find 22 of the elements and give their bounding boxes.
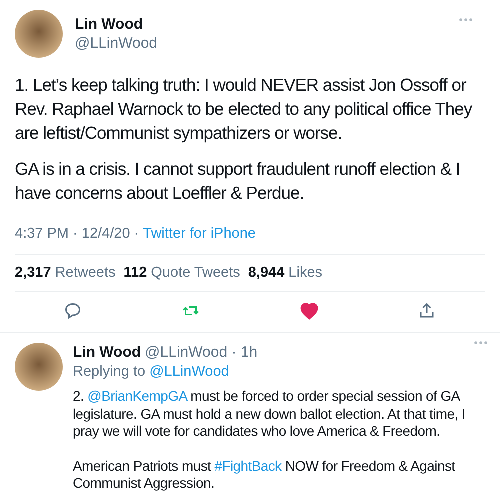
stat-count: 8,944	[248, 265, 285, 281]
user-handle: @LLinWood · 1h	[145, 343, 258, 362]
display-name: Lin Wood	[73, 343, 142, 362]
source-link[interactable]: Twitter for iPhone	[143, 226, 256, 242]
avatar-placeholder[interactable]	[15, 10, 63, 58]
stat-label: Quote Tweets	[151, 265, 240, 281]
stat-count: 112	[124, 265, 148, 281]
tweet-text: 1. Let’s keep talking truth: I would NEVER assist Jon Ossoff or Rev. Raphael Warnock to be elected to any political office They are leftist/Communist sympathizers or worse.	[15, 74, 474, 145]
replying-to-text: Replying to @LLinWood	[73, 363, 230, 382]
stat-label: Retweets	[55, 265, 116, 281]
hashtag-link[interactable]: #FightBack	[214, 458, 282, 474]
display-name: Lin Wood	[75, 16, 144, 33]
avatar-placeholder[interactable]	[15, 343, 63, 391]
timestamp: 4:37 PM · 12/4/20 ·	[15, 226, 140, 242]
tweet-text: GA is in a crisis. I cannot support fraudulent runoff election & I have concerns about Loeffler & Perdue.	[15, 158, 462, 205]
mention-link[interactable]: @LLinWood	[150, 364, 230, 380]
stat-label: Likes	[288, 265, 323, 281]
stat-count: 2,317	[15, 265, 52, 281]
hashtag-link[interactable]: @BrianKempGA	[88, 388, 187, 404]
reply-text: 2. @BrianKempGA must be forced to order special session of GA legislature. GA must hold a new down ballot election. At that time, I pray we will vote for candidates who love America & Freedom.	[73, 388, 467, 440]
user-handle: @LLinWood	[75, 35, 158, 52]
reply-text: American Patriots must #FightBack NOW for Freedom & Against Communist Aggression.	[73, 458, 456, 492]
